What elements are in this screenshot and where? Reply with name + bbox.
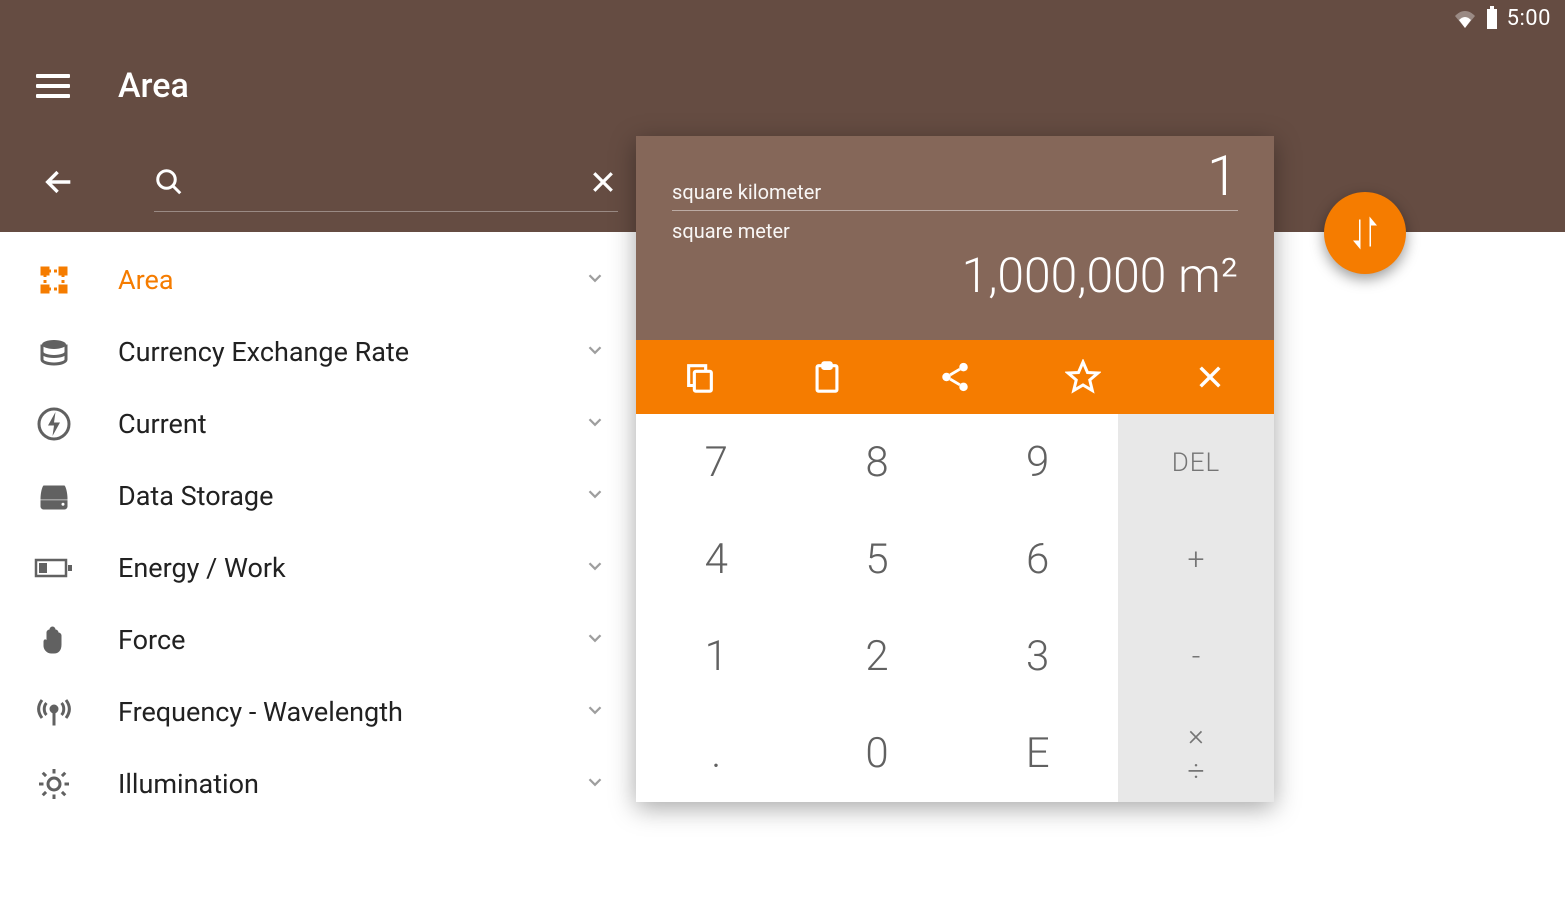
close-button[interactable]	[1190, 357, 1230, 397]
category-label: Force	[118, 624, 584, 656]
key-minus[interactable]: -	[1118, 608, 1274, 705]
bolt-icon	[30, 406, 78, 442]
category-data-storage[interactable]: Data Storage	[0, 460, 636, 532]
sun-icon	[30, 766, 78, 802]
chevron-down-icon	[584, 411, 606, 437]
antenna-icon	[30, 694, 78, 730]
search-icon	[154, 167, 184, 201]
key-e[interactable]: E	[957, 705, 1118, 802]
menu-button[interactable]	[36, 74, 70, 98]
key-dot[interactable]: .	[636, 705, 797, 802]
converter-panel: square kilometer 1 square meter 1,000,00…	[636, 136, 1274, 802]
swap-fab[interactable]	[1324, 192, 1406, 274]
keypad: 7 8 9 DEL 4 5 6 + 1 2 3 - . 0 E × ÷	[636, 414, 1274, 802]
category-force[interactable]: Force	[0, 604, 636, 676]
category-label: Illumination	[118, 768, 584, 800]
to-value: 1,000,000 m²	[672, 247, 1238, 304]
disk-icon	[30, 478, 78, 514]
from-unit-label[interactable]: square kilometer	[672, 180, 1207, 204]
key-3[interactable]: 3	[957, 608, 1118, 705]
chevron-down-icon	[584, 339, 606, 365]
category-currency[interactable]: Currency Exchange Rate	[0, 316, 636, 388]
share-button[interactable]	[935, 357, 975, 397]
category-label: Area	[118, 264, 584, 296]
key-5[interactable]: 5	[797, 511, 958, 608]
clear-search-button[interactable]	[588, 167, 618, 201]
wifi-icon	[1453, 8, 1477, 28]
category-energy[interactable]: Energy / Work	[0, 532, 636, 604]
category-label: Energy / Work	[118, 552, 584, 584]
key-2[interactable]: 2	[797, 608, 958, 705]
key-delete[interactable]: DEL	[1118, 414, 1274, 511]
favorite-button[interactable]	[1063, 357, 1103, 397]
area-icon	[30, 262, 78, 298]
chevron-down-icon	[584, 771, 606, 797]
key-6[interactable]: 6	[957, 511, 1118, 608]
category-label: Currency Exchange Rate	[118, 336, 584, 368]
category-label: Data Storage	[118, 480, 584, 512]
key-0[interactable]: 0	[797, 705, 958, 802]
key-plus[interactable]: +	[1118, 511, 1274, 608]
category-current[interactable]: Current	[0, 388, 636, 460]
category-illumination[interactable]: Illumination	[0, 748, 636, 820]
key-mult-div[interactable]: × ÷	[1118, 705, 1274, 802]
back-button[interactable]	[42, 165, 82, 203]
battery-icon	[30, 556, 78, 580]
chevron-down-icon	[584, 699, 606, 725]
category-label: Frequency - Wavelength	[118, 696, 584, 728]
key-8[interactable]: 8	[797, 414, 958, 511]
paste-button[interactable]	[807, 357, 847, 397]
key-1[interactable]: 1	[636, 608, 797, 705]
status-bar: 5:00	[0, 0, 1565, 36]
chevron-down-icon	[584, 267, 606, 293]
divide-symbol: ÷	[1187, 757, 1204, 787]
category-frequency[interactable]: Frequency - Wavelength	[0, 676, 636, 748]
copy-button[interactable]	[680, 357, 720, 397]
battery-icon	[1485, 6, 1499, 30]
category-list[interactable]: Area Currency Exchange Rate Current Data…	[0, 232, 636, 840]
chevron-down-icon	[584, 627, 606, 653]
chevron-down-icon	[584, 555, 606, 581]
key-7[interactable]: 7	[636, 414, 797, 511]
status-time: 5:00	[1507, 6, 1551, 31]
to-unit-label[interactable]: square meter	[672, 219, 1238, 243]
category-label: Current	[118, 408, 584, 440]
from-value[interactable]: 1	[1207, 148, 1238, 204]
category-area[interactable]: Area	[0, 244, 636, 316]
chevron-down-icon	[584, 483, 606, 509]
search-input[interactable]	[196, 171, 588, 197]
converter-display: square kilometer 1 square meter 1,000,00…	[636, 136, 1274, 340]
app-bar: Area	[0, 36, 1565, 136]
key-9[interactable]: 9	[957, 414, 1118, 511]
coins-icon	[30, 334, 78, 370]
key-4[interactable]: 4	[636, 511, 797, 608]
multiply-symbol: ×	[1188, 721, 1204, 751]
page-title: Area	[118, 66, 189, 106]
action-bar	[636, 340, 1274, 414]
fist-icon	[30, 622, 78, 658]
